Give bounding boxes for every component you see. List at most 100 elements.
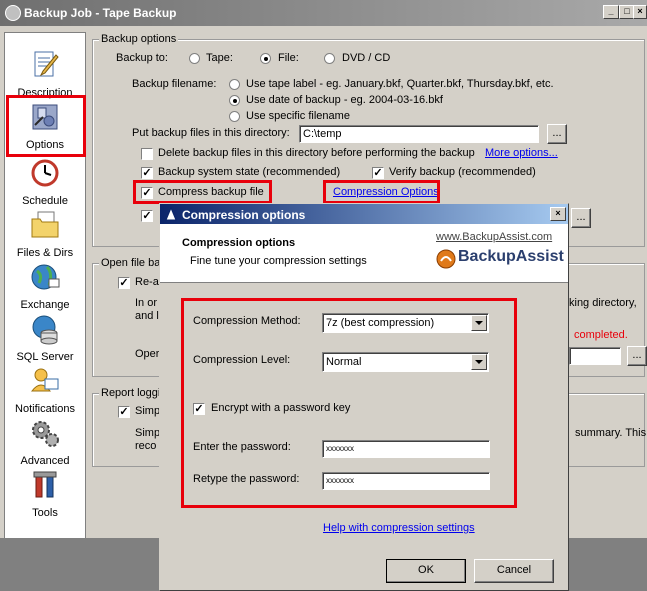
dest-dvd-radio[interactable] (324, 53, 335, 64)
sidebar-item-notifications[interactable]: Notifications (5, 365, 85, 415)
password-label: Enter the password: (193, 441, 291, 453)
filename-tape-label-text: Use tape label - eg. January.bkf, Quarte… (246, 78, 554, 90)
filename-specific-radio[interactable] (229, 111, 240, 122)
sidebar-item-schedule[interactable]: Schedule (5, 157, 85, 207)
delete-files-label: Delete backup files in this directory be… (158, 147, 475, 159)
extra-browse-button[interactable]: ... (571, 208, 591, 228)
sidebar-item-exchange[interactable]: Exchange (5, 261, 85, 311)
directory-input[interactable]: C:\temp (299, 125, 539, 143)
window-title: Backup Job - Tape Backup (24, 6, 177, 20)
dialog-header-subtitle: Fine tune your compression settings (190, 255, 367, 267)
system-state-checkbox[interactable]: ✓ (141, 167, 153, 179)
open-files-text-3: Oper (135, 348, 160, 360)
password-input[interactable]: xxxxxxx (322, 440, 490, 458)
sidebar-item-label: Options (26, 139, 64, 151)
filename-tape-label-radio[interactable] (229, 79, 240, 90)
sidebar-item-label: Advanced (20, 455, 70, 467)
sidebar-item-label: Notifications (15, 403, 75, 415)
cancel-button[interactable]: Cancel (474, 559, 554, 583)
tools-icon (33, 471, 57, 498)
dialog-header: Compression options Fine tune your compr… (160, 224, 568, 283)
dest-file-radio[interactable] (260, 53, 271, 64)
files-icon (31, 211, 59, 238)
compression-method-label: Compression Method: (193, 315, 301, 327)
dialog-close-button[interactable]: × (550, 207, 566, 221)
retype-password-input[interactable]: xxxxxxx (322, 472, 490, 490)
sidebar-item-label: Tools (32, 507, 58, 519)
sidebar-item-options[interactable]: Options (5, 101, 85, 151)
compress-label: Compress backup file (158, 186, 264, 198)
sidebar-item-label: SQL Server (16, 351, 74, 363)
filename-specific-text: Use specific filename (246, 110, 350, 122)
verify-label: Verify backup (recommended) (389, 166, 536, 178)
dest-file-label: File: (278, 52, 299, 64)
options-icon (32, 104, 58, 130)
delete-files-checkbox[interactable] (141, 148, 153, 160)
sidebar-item-advanced[interactable]: Advanced (5, 417, 85, 467)
open-files-input[interactable] (569, 347, 621, 365)
group-title: Open file ba (99, 257, 163, 269)
compression-level-select[interactable]: Normal (322, 352, 489, 372)
retype-password-label: Retype the password: (193, 473, 300, 485)
simple-report-label: Simp (135, 405, 161, 417)
compression-method-value: 7z (best compression) (326, 317, 435, 329)
window-titlebar: Backup Job - Tape Backup _ □ × (0, 0, 647, 26)
filename-date-radio[interactable] (229, 95, 240, 106)
report-text-1: Simp (135, 427, 161, 439)
backup-to-label: Backup to: (116, 52, 168, 64)
clock-icon (31, 159, 59, 187)
open-files-text-1: In or (135, 297, 158, 309)
reattach-checkbox[interactable]: ✓ (118, 277, 130, 289)
verify-checkbox[interactable]: ✓ (372, 167, 384, 179)
encrypt-checkbox[interactable]: ✓ (193, 403, 205, 415)
sidebar-item-label: Description (17, 87, 73, 99)
chevron-down-icon[interactable] (471, 315, 487, 331)
notifications-icon (30, 368, 59, 392)
dialog-title: Compression options (182, 208, 306, 222)
sidebar: Description Options Schedule Files & Dir… (4, 32, 86, 540)
sidebar-item-label: Files & Dirs (16, 247, 74, 259)
gears-icon (32, 421, 59, 447)
compress-checkbox[interactable]: ✓ (141, 187, 153, 199)
backupassist-logo-icon (165, 207, 177, 221)
extra-checkbox[interactable]: ✓ (141, 210, 153, 222)
compression-options-dialog: Compression options × Compression option… (159, 203, 569, 591)
group-title: Report loggi (99, 387, 163, 399)
compression-level-value: Normal (326, 356, 362, 368)
encrypt-label: Encrypt with a password key (211, 402, 351, 414)
sidebar-item-label: Exchange (20, 299, 70, 311)
simple-report-checkbox[interactable]: ✓ (118, 406, 130, 418)
close-button[interactable]: × (633, 5, 647, 19)
open-files-text-2: and l (135, 310, 159, 322)
website-text: www.BackupAssist.com (436, 231, 553, 243)
reattach-label: Re-a (135, 276, 159, 288)
minimize-button[interactable]: _ (603, 5, 619, 19)
completed-text: completed. (574, 329, 628, 341)
sidebar-item-label: Schedule (22, 195, 68, 207)
open-files-right-text: king directory, (569, 297, 637, 309)
sidebar-item-sql-server[interactable]: SQL Server (5, 313, 85, 363)
report-text-2: reco (135, 440, 157, 452)
brand-text: BackupAssist (458, 248, 564, 265)
dest-tape-radio[interactable] (189, 53, 200, 64)
dest-dvd-label: DVD / CD (342, 52, 391, 64)
help-compression-link[interactable]: Help with compression settings (323, 522, 475, 534)
more-options-link[interactable]: More options... (485, 147, 558, 159)
ok-button[interactable]: OK (386, 559, 466, 583)
backupassist-brand-icon (436, 249, 456, 269)
app-icon (5, 5, 21, 21)
browse-directory-button[interactable]: ... (547, 124, 567, 144)
sidebar-item-files-dirs[interactable]: Files & Dirs (5, 209, 85, 259)
group-title: Backup options (99, 33, 179, 45)
exchange-icon (31, 264, 60, 290)
open-files-browse-button[interactable]: ... (627, 346, 647, 366)
sidebar-item-tools[interactable]: Tools (5, 469, 85, 519)
sidebar-item-description[interactable]: Description (5, 49, 85, 99)
system-state-label: Backup system state (recommended) (158, 166, 341, 178)
compression-method-select[interactable]: 7z (best compression) (322, 313, 489, 333)
chevron-down-icon[interactable] (471, 354, 487, 370)
database-icon (32, 315, 58, 345)
report-right-text: summary. This is (575, 427, 647, 439)
backup-filename-label: Backup filename: (132, 78, 217, 90)
compression-options-link[interactable]: Compression Options (333, 186, 439, 198)
